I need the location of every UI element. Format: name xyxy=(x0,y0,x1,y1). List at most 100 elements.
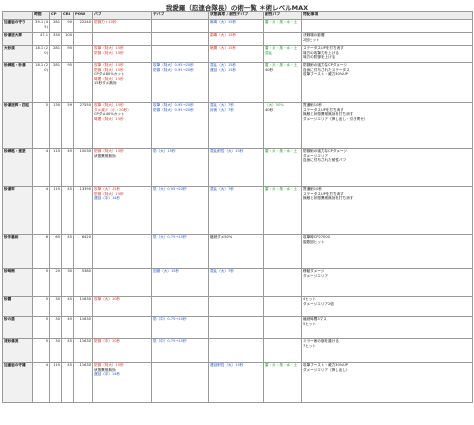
cell-time: 5 xyxy=(32,316,50,339)
notes-line: ダメージエリア（押し出し・引き寄せ） xyxy=(303,116,368,121)
jutsu-name: 砂縛柩・連塗 xyxy=(2,148,33,187)
cell-pow: 5380 xyxy=(73,268,93,297)
cell-resbuff xyxy=(263,234,302,269)
cell-buff: 防御（特大）15秒 状態異常無効 遅延（中）14秒 xyxy=(92,362,152,403)
cell-buff: 攻撃（特大）15秒 ダメ減少（小・20秒） CPダメ40%カット 時間（特大）15秒 xyxy=(92,102,152,149)
cell-debuff: 回避（大）15秒 xyxy=(151,268,209,297)
status-line: 劇毒（大）15秒 xyxy=(210,33,237,38)
table-body: 加重岩の守り 39.1 (45) 281 90 22240 防御力＋10秒 麻痺（大）15秒… xyxy=(2,19,473,403)
status-line: 暗闇（大）15秒 xyxy=(210,46,237,51)
resbuff-line: 雷・炎・風・水・土 xyxy=(265,149,298,154)
resbuff-line: 40秒 xyxy=(265,67,274,72)
notes-line: 自身に付与された耐性バフ xyxy=(303,158,347,163)
cell-status: 麻痺（大）15秒 xyxy=(208,19,264,33)
resbuff-line: 雷・炎・風・水・土 xyxy=(265,20,298,25)
buff-line: 状態異常無効 xyxy=(94,153,116,158)
notes-line: 2回ヒット xyxy=(303,37,320,42)
buff-line: 遅延（中）14秒 xyxy=(94,372,121,377)
cell-status: 混乱耐性（大）15秒 xyxy=(208,148,264,187)
cell-cp: 30 xyxy=(49,338,62,363)
table-row: 砂時雨 5 20 30 5380 回避（大）15秒 混乱（大）7秒 移動ダメージ ダメージエリア xyxy=(2,268,473,297)
table-row: 砂瀑送葬・四柱 5 130 59 27550 攻撃（特大）15秒 ダメ減少（小・20秒） CP… xyxy=(2,102,473,149)
cell-time: 18.1 (20) xyxy=(32,45,50,63)
cell-cri: 30 xyxy=(61,268,74,297)
cell-buff: 攻撃（大）10秒 xyxy=(92,296,152,317)
cell-pow: 6420 xyxy=(73,234,93,269)
cell-cp: 110 xyxy=(49,362,62,403)
header-status: 状態異常 / 耐性デバフ xyxy=(208,11,264,20)
cell-cp: 20 xyxy=(49,268,62,297)
jutsu-name: 加重岩の守護 xyxy=(2,362,33,403)
debuff-line: 防（大）0.75→15秒 xyxy=(153,235,187,240)
cell-resbuff: 雷・炎・風・水・土 xyxy=(263,148,302,187)
table-row: 砂霧 5 30 45 11630 攻撃（大）10秒 4ヒット ダメージエリア2倍 xyxy=(2,296,473,317)
header-cp: CP xyxy=(49,11,62,20)
cell-cp: 110 xyxy=(49,186,62,235)
cell-status xyxy=(208,338,264,363)
resbuff-line: 40秒 xyxy=(265,107,274,112)
cell-cp: 30 xyxy=(49,296,62,317)
header-row: 時間 CP CRI POW バフ デバフ 状態異常 / 耐性デバフ 耐性バフ 特記事項 xyxy=(2,11,473,20)
jutsu-name: 砂手裏剣 xyxy=(2,234,33,269)
notes-line: 5ヒット xyxy=(303,321,317,326)
cell-pow xyxy=(73,32,93,46)
jutsu-name: 砂霧 xyxy=(2,296,33,317)
cell-notes: 貫通術10秒 ステータスUPを打ち消す 無敵と状態異常無効を打ち消す xyxy=(301,186,473,235)
cell-notes: 攻撃ブースト・威力30%UP ダメージエリア（押し出し） xyxy=(301,362,473,403)
status-line: 封術（大）7秒 xyxy=(210,107,234,112)
jutsu-name: 砂瀑牢 xyxy=(2,186,33,235)
header-name xyxy=(2,11,33,20)
debuff-line: 防（中）0.75→10秒 xyxy=(153,317,187,322)
buff-line: 遅延（中）14秒 xyxy=(94,196,121,201)
cell-debuff xyxy=(151,296,209,317)
cell-pow: 27550 xyxy=(73,102,93,149)
cell-cri: 45 xyxy=(61,234,74,269)
cell-status: 継続ダメ50% xyxy=(208,234,264,269)
debuff-line: 防御（特大）0.95→20秒 xyxy=(153,107,194,112)
cell-status: 混乱（大）7秒 xyxy=(208,268,264,297)
buff-line: 防御（中）10秒 xyxy=(94,339,121,344)
cell-status xyxy=(208,296,264,317)
table-row: 流砂瀑流 5 30 45 11630 防御（中）10秒 防（中）0.75→15秒 ミラー術の崩… xyxy=(2,338,473,363)
header-pow: POW xyxy=(73,11,93,20)
cell-status: 混乱（大）7秒 xyxy=(208,186,264,235)
cell-status: 暗闇（大）15秒 xyxy=(208,45,264,63)
notes-line: 味方の防御を上げる xyxy=(303,55,336,60)
cell-debuff: 防（大）15秒 xyxy=(151,148,209,187)
table-row: 加重岩の守り 39.1 (45) 281 90 22240 防御力＋10秒 麻痺（大）15秒… xyxy=(2,19,473,33)
table-row: 加重岩の守護 4 110 45 11630 防御（特大）15秒 状態異常無効 遅延（中）14秒… xyxy=(2,362,473,403)
jutsu-name: 砂の盾 xyxy=(2,316,33,339)
cell-buff: 防御（中）10秒 xyxy=(92,338,152,363)
cell-pow: 15030 xyxy=(73,148,93,187)
cell-buff xyxy=(92,32,152,46)
cell-debuff: 防（中）0.75→15秒 xyxy=(151,338,209,363)
header-debuff: デバフ xyxy=(151,11,209,20)
debuff-line: 防（大）15秒 xyxy=(153,149,176,154)
cell-notes: 防御術の強力なCPダメージ 自身に付与されたステータス 攻撃ブースト・威力30%UP xyxy=(301,62,473,103)
debuff-line: 防（中）0.75→15秒 xyxy=(153,339,187,344)
cell-resbuff xyxy=(263,338,302,363)
cell-time: 6 xyxy=(32,234,50,269)
cell-pow: 11630 xyxy=(73,362,93,403)
buff-line: 防御（特大）15秒 xyxy=(94,50,124,55)
cell-debuff: 攻撃（特大）0.95→20秒 防御（特大）0.95→20秒 xyxy=(151,62,209,103)
cell-cri: 90 xyxy=(61,19,74,33)
cell-status: 遅延耐性（大）15秒 xyxy=(208,362,264,403)
cell-notes: 継続時間3マス 5ヒット xyxy=(301,316,473,339)
buff-line: 時間（特大）15秒 xyxy=(94,116,124,121)
cell-buff: 攻撃（大）15秒 防御（特大）15秒 遅延（中）14秒 xyxy=(92,186,152,235)
cell-cp: 281 xyxy=(49,45,62,63)
cell-debuff: 防（大）0.95→20秒 xyxy=(151,186,209,235)
table-row: 砂瀑牢 4 110 45 13390 攻撃（大）15秒 防御（特大）15秒 遅延（中）14秒防… xyxy=(2,186,473,235)
resbuff-line: 雷・炎・風・水・土 xyxy=(265,63,298,68)
cell-status: 混乱（大）15秒 遅延（大）15秒 xyxy=(208,62,264,103)
cell-pow: 22240 xyxy=(73,19,93,33)
table-row: 砂縛柩・連塗 4 110 45 15030 防御（特大）15秒 状態異常無効 防（大）15秒 混… xyxy=(2,148,473,187)
cell-notes: 決戦場の影響 2回ヒット xyxy=(301,32,473,46)
notes-line: 複数回ヒット xyxy=(303,239,325,244)
cell-buff: 防御（特大）15秒 状態異常無効 xyxy=(92,148,152,187)
cell-cri: 45 xyxy=(61,316,74,339)
cell-debuff xyxy=(151,32,209,46)
cell-resbuff: 雷・炎・風・水・土 xyxy=(263,19,302,33)
cell-notes: 4ヒット ダメージエリア2倍 xyxy=(301,296,473,317)
